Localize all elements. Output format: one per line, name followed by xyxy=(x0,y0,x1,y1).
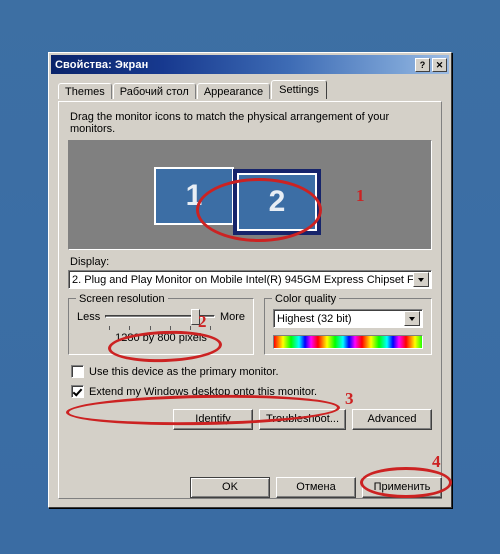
close-icon[interactable]: ✕ xyxy=(432,57,447,72)
troubleshoot-button[interactable]: Troubleshoot... xyxy=(259,409,346,430)
drag-monitors-hint: Drag the monitor icons to match the phys… xyxy=(70,111,390,135)
desktop-background: Свойства: Экран ? ✕ Themes Рабочий стол … xyxy=(0,0,500,554)
slider-ticks xyxy=(109,326,211,331)
settings-button-row: Identify Troubleshoot... Advanced xyxy=(68,409,432,430)
tab-desktop[interactable]: Рабочий стол xyxy=(112,83,196,99)
color-quality-dropdown[interactable]: Highest (32 bit) xyxy=(273,309,423,328)
cancel-button[interactable]: Отмена xyxy=(276,477,356,498)
title-bar[interactable]: Свойства: Экран ? ✕ xyxy=(51,55,449,74)
color-quality-value: Highest (32 bit) xyxy=(277,312,352,325)
primary-monitor-checkbox-row[interactable]: Use this device as the primary monitor. xyxy=(71,365,432,378)
tab-themes[interactable]: Themes xyxy=(58,83,112,99)
resolution-value-text: 1280 by 800 pixels xyxy=(115,332,207,344)
identify-button[interactable]: Identify xyxy=(173,409,254,430)
screen-resolution-title: Screen resolution xyxy=(76,293,168,305)
ok-button[interactable]: OK xyxy=(190,477,270,498)
primary-monitor-checkbox[interactable] xyxy=(71,365,84,378)
tab-settings[interactable]: Settings xyxy=(271,80,327,99)
display-properties-dialog: Свойства: Экран ? ✕ Themes Рабочий стол … xyxy=(48,52,452,508)
screen-resolution-group: Screen resolution Less More 1280 by 800 … xyxy=(68,293,254,355)
window-title: Свойства: Экран xyxy=(55,58,149,71)
apply-button[interactable]: Применить xyxy=(362,477,442,498)
dialog-button-row: OK Отмена Применить xyxy=(49,477,442,498)
resolution-slider[interactable] xyxy=(105,309,215,330)
slider-thumb[interactable] xyxy=(190,309,200,325)
extend-desktop-checkbox[interactable] xyxy=(71,385,84,398)
extend-desktop-checkbox-row[interactable]: Extend my Windows desktop onto this moni… xyxy=(71,385,432,398)
extend-desktop-label: Extend my Windows desktop onto this moni… xyxy=(89,385,318,398)
slider-less-label: Less xyxy=(77,311,101,323)
monitor-arrangement-preview[interactable]: 1 2 xyxy=(68,140,432,250)
display-label: Display: xyxy=(70,256,110,268)
monitor-icon-2[interactable]: 2 xyxy=(233,169,321,235)
settings-group-row: Screen resolution Less More 1280 by 800 … xyxy=(68,293,432,355)
help-button[interactable]: ? xyxy=(415,57,430,72)
monitor-icon-1[interactable]: 1 xyxy=(154,167,234,225)
tab-strip: Themes Рабочий стол Appearance Settings xyxy=(58,80,451,99)
tab-appearance[interactable]: Appearance xyxy=(196,83,271,99)
display-dropdown[interactable]: 2. Plug and Play Monitor on Mobile Intel… xyxy=(68,270,432,289)
settings-tab-page: Drag the monitor icons to match the phys… xyxy=(58,101,442,499)
advanced-button[interactable]: Advanced xyxy=(352,409,432,430)
color-quality-title: Color quality xyxy=(272,293,340,305)
chevron-down-icon[interactable] xyxy=(413,272,429,287)
color-quality-group: Color quality Highest (32 bit) xyxy=(264,293,432,355)
chevron-down-icon[interactable] xyxy=(404,311,420,326)
display-dropdown-value: 2. Plug and Play Monitor on Mobile Intel… xyxy=(72,273,413,286)
primary-monitor-label: Use this device as the primary monitor. xyxy=(89,365,279,378)
color-spectrum-strip xyxy=(273,335,423,349)
slider-more-label: More xyxy=(219,311,245,323)
resolution-slider-row: Less More xyxy=(77,309,245,330)
